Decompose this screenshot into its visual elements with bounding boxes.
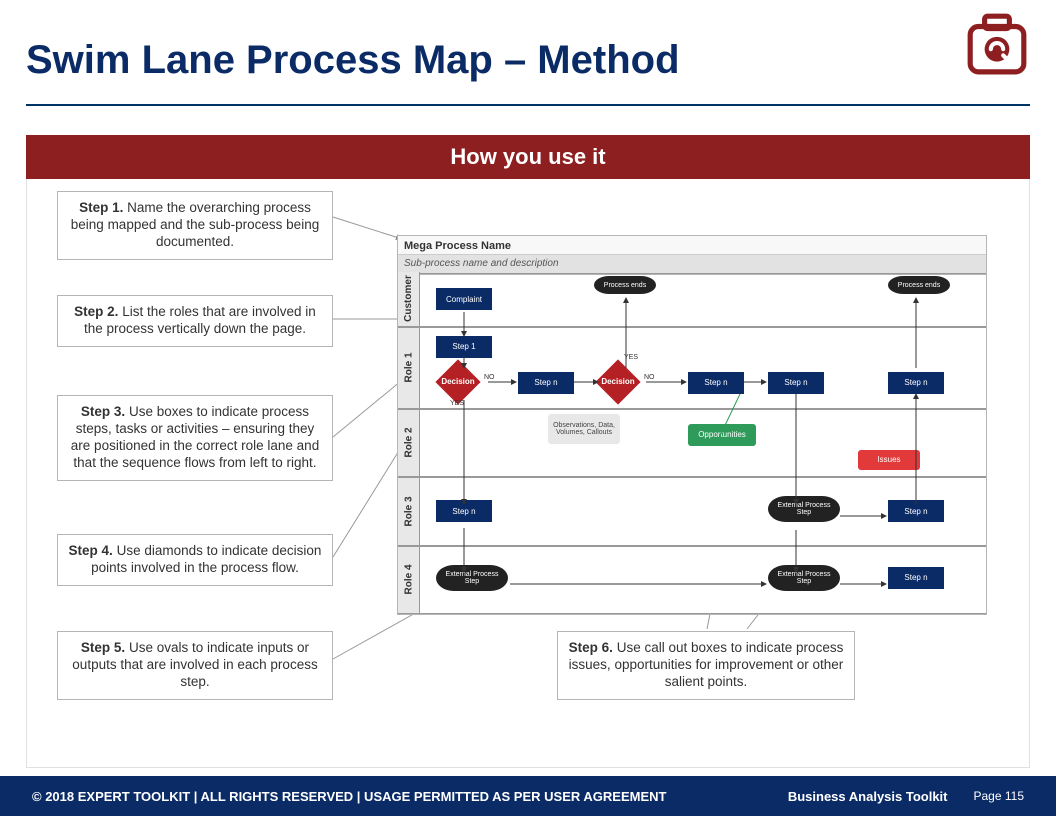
step6-explain: Step 6. Use call out boxes to indicate p…: [557, 631, 855, 700]
lane-role2: Role 2 Observations, Data, Volumes, Call…: [398, 409, 986, 477]
oval-process-ends-1: Process ends: [594, 276, 656, 294]
step2-explain: Step 2. List the roles that are involved…: [57, 295, 333, 347]
lane-role3-label: Role 3: [398, 478, 420, 544]
swimlane-diagram: Mega Process Name Sub-process name and d…: [397, 235, 987, 615]
oval-external-2: External Process Step: [436, 565, 508, 591]
step4-text: Use diamonds to indicate decision points…: [91, 543, 321, 575]
diagram-header: Mega Process Name Sub-process name and d…: [398, 236, 986, 275]
page-header: Swim Lane Process Map – Method: [26, 38, 1030, 106]
toolkit-logo-icon: [964, 10, 1030, 76]
lane-role3: Role 3 Step n External Process Step Step…: [398, 477, 986, 545]
step5-label: Step 5.: [81, 640, 125, 655]
box-stepn-b: Step n: [688, 372, 744, 394]
diamond-decision-1: Decision: [436, 366, 480, 398]
box-step1: Step 1: [436, 336, 492, 358]
label-yes-2: YES: [624, 354, 638, 361]
oval-external-1: External Process Step: [768, 496, 840, 522]
lane-role1-label: Role 1: [398, 328, 420, 408]
section-banner-label: How you use it: [450, 144, 605, 170]
lane-role4: Role 4 External Process Step External Pr…: [398, 546, 986, 614]
step2-text: List the roles that are involved in the …: [84, 304, 316, 336]
footer-page-number: Page 115: [974, 789, 1025, 803]
lane-role1: Role 1 Step 1 Decision NO YES Step n Dec…: [398, 327, 986, 409]
step5-explain: Step 5. Use ovals to indicate inputs or …: [57, 631, 333, 700]
lanes-container: Customer Complaint Process ends Process …: [398, 272, 986, 614]
lane-role2-label: Role 2: [398, 410, 420, 476]
box-complaint: Complaint: [436, 288, 492, 310]
callout-observations: Observations, Data, Volumes, Callouts: [548, 414, 620, 444]
footer-brand: Business Analysis Toolkit: [788, 789, 948, 804]
callout-issues: Issues: [858, 450, 920, 470]
lane-customer-label: Customer: [398, 272, 420, 326]
page-title: Swim Lane Process Map – Method: [26, 38, 1030, 83]
oval-process-ends-2: Process ends: [888, 276, 950, 294]
callout-opportunities: Opportunities: [688, 424, 756, 446]
lane-customer: Customer Complaint Process ends Process …: [398, 272, 986, 327]
step1-label: Step 1.: [79, 200, 123, 215]
step6-label: Step 6.: [569, 640, 613, 655]
box-stepn-e: Step n: [436, 500, 492, 522]
box-stepn-f: Step n: [888, 500, 944, 522]
step4-explain: Step 4. Use diamonds to indicate decisio…: [57, 534, 333, 586]
section-banner: How you use it: [26, 135, 1030, 179]
content-area: Step 1. Name the overarching process bei…: [26, 179, 1030, 768]
page-footer: © 2018 EXPERT TOOLKIT | ALL RIGHTS RESER…: [0, 776, 1056, 816]
step2-label: Step 2.: [74, 304, 118, 319]
step3-label: Step 3.: [81, 404, 125, 419]
step3-explain: Step 3. Use boxes to indicate process st…: [57, 395, 333, 481]
oval-external-3: External Process Step: [768, 565, 840, 591]
box-stepn-d: Step n: [888, 372, 944, 394]
label-no-2: NO: [644, 374, 655, 381]
footer-copyright: © 2018 EXPERT TOOLKIT | ALL RIGHTS RESER…: [32, 789, 788, 804]
diagram-title: Mega Process Name: [398, 236, 986, 255]
box-stepn-c: Step n: [768, 372, 824, 394]
label-yes-1: YES: [450, 400, 464, 407]
lane-role4-label: Role 4: [398, 547, 420, 613]
step4-label: Step 4.: [69, 543, 113, 558]
diamond-decision-2: Decision: [596, 366, 640, 398]
box-stepn-g: Step n: [888, 567, 944, 589]
box-stepn-a: Step n: [518, 372, 574, 394]
step1-explain: Step 1. Name the overarching process bei…: [57, 191, 333, 260]
label-no-1: NO: [484, 374, 495, 381]
